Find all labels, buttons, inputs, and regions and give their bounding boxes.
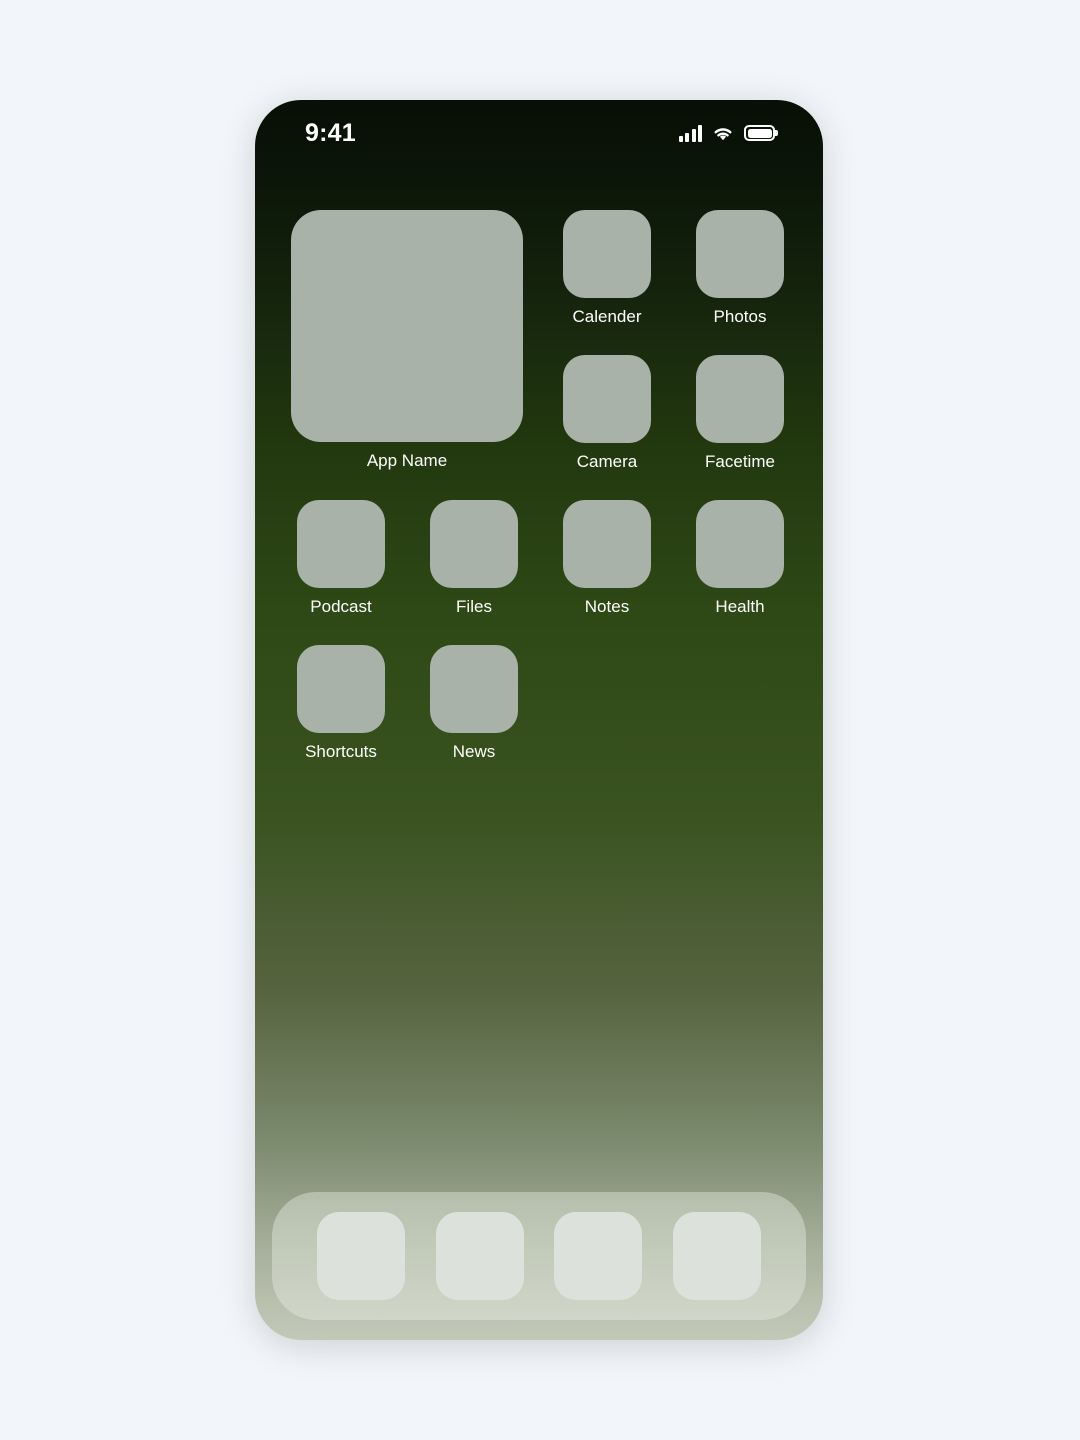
dock-icon-2[interactable] [435, 1212, 524, 1300]
app-label: Calender [572, 307, 642, 326]
dock-icon-1[interactable] [316, 1212, 405, 1300]
app-thumbnail [563, 500, 651, 588]
phone-frame: 9:41 App Name Calender Photos Camera Fac… [255, 100, 823, 1340]
app-icon-facetime[interactable]: Facetime [696, 355, 784, 472]
app-icon-shortcuts[interactable]: Shortcuts [297, 645, 385, 762]
widget-thumbnail [291, 210, 523, 442]
dock-icon-3[interactable] [554, 1212, 643, 1300]
dock [272, 1192, 806, 1320]
app-label: Shortcuts [305, 742, 377, 761]
app-thumbnail [563, 210, 651, 298]
app-label: News [452, 742, 496, 761]
app-label: Facetime [705, 452, 775, 471]
app-icon-podcast[interactable]: Podcast [297, 500, 385, 617]
dock-items [272, 1192, 806, 1320]
screenshot-canvas: 9:41 App Name Calender Photos Camera Fac… [0, 0, 1080, 1440]
app-icon-news[interactable]: News [430, 645, 518, 762]
app-thumbnail [297, 500, 385, 588]
app-thumbnail [430, 645, 518, 733]
app-label: Notes [584, 597, 630, 616]
app-thumbnail [563, 355, 651, 443]
app-thumbnail [297, 645, 385, 733]
app-grid: App Name Calender Photos Camera Facetime [255, 100, 823, 1340]
widget-label: App Name [366, 451, 448, 470]
dock-icon-4[interactable] [673, 1212, 762, 1300]
app-label: Camera [576, 452, 638, 471]
app-thumbnail [696, 355, 784, 443]
app-thumbnail [696, 210, 784, 298]
app-thumbnail [696, 500, 784, 588]
app-icon-photos[interactable]: Photos [696, 210, 784, 327]
app-label: Health [715, 597, 765, 616]
app-icon-files[interactable]: Files [430, 500, 518, 617]
app-icon-notes[interactable]: Notes [563, 500, 651, 617]
app-icon-camera[interactable]: Camera [563, 355, 651, 472]
app-icon-calender[interactable]: Calender [563, 210, 651, 327]
app-label: Podcast [310, 597, 372, 616]
home-widget[interactable]: App Name [291, 210, 523, 471]
app-thumbnail [430, 500, 518, 588]
app-icon-health[interactable]: Health [696, 500, 784, 617]
app-label: Photos [713, 307, 767, 326]
app-label: Files [456, 597, 492, 616]
